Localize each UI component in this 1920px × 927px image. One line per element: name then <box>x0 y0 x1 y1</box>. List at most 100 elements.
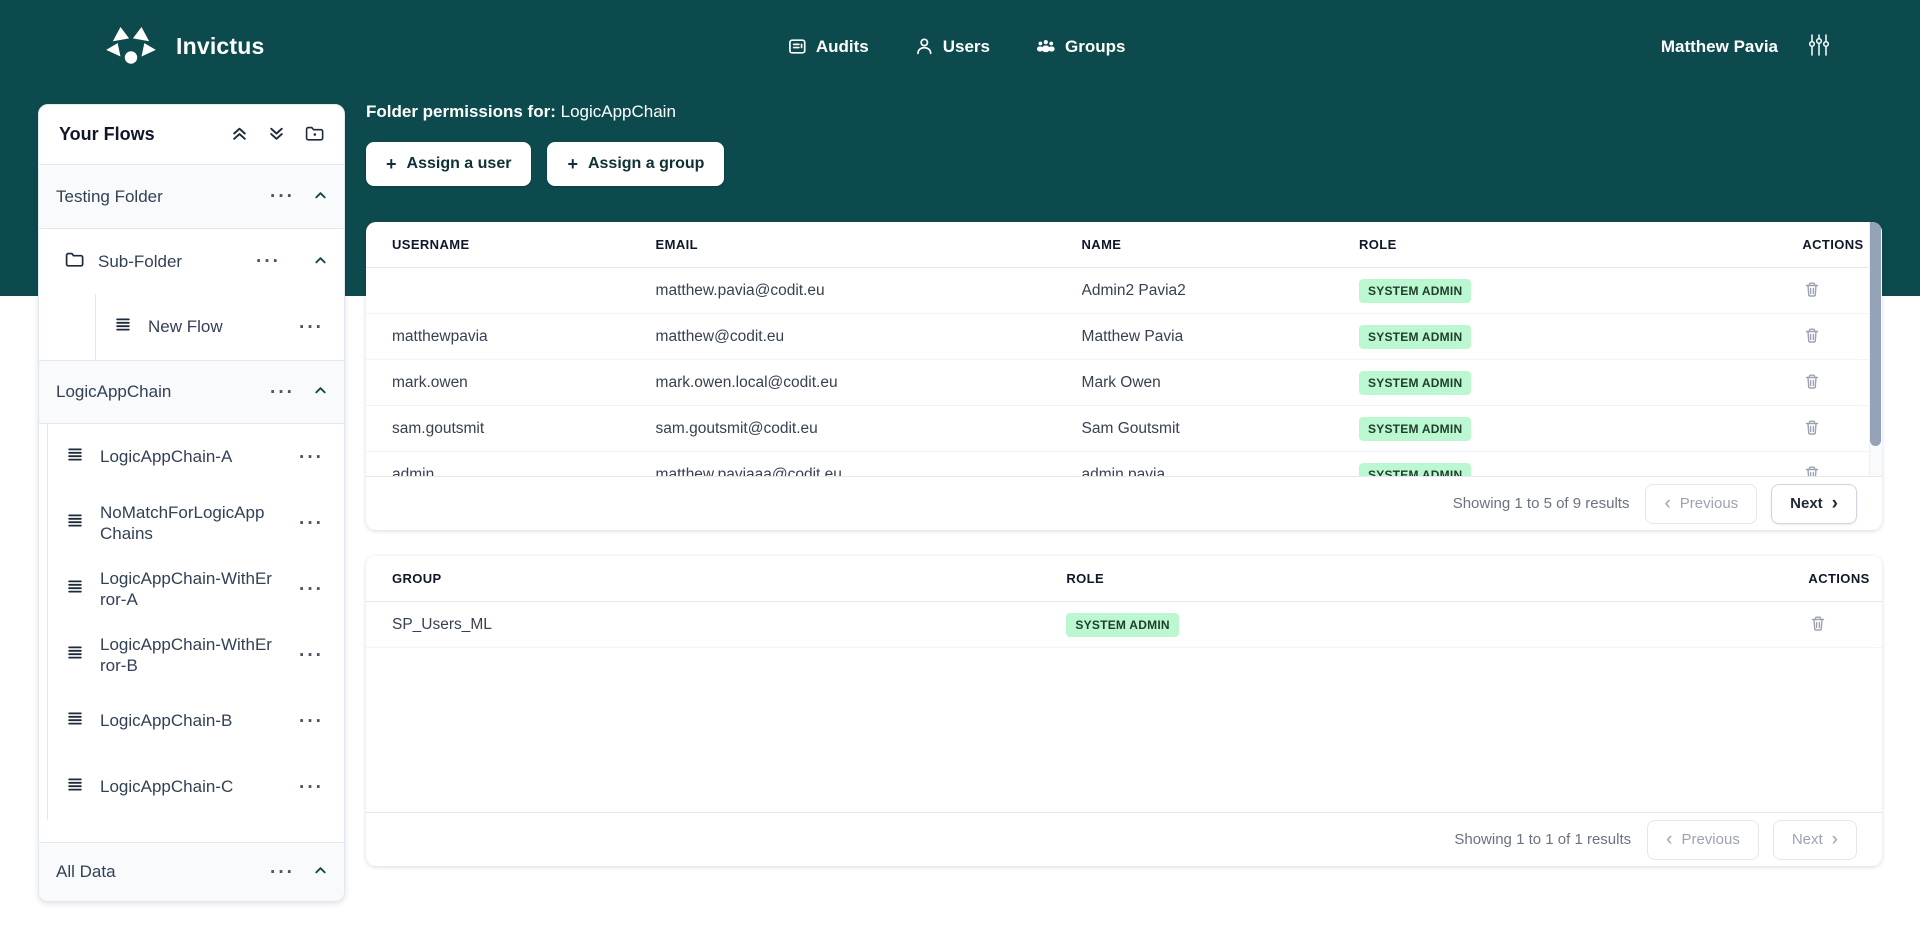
chevron-up-icon <box>313 863 328 881</box>
more-options-button[interactable]: ··· <box>295 446 328 469</box>
trash-icon <box>1804 373 1820 393</box>
sidebar-item-flow[interactable]: LogicAppChain-WithError-B ··· <box>48 622 344 688</box>
sidebar-item-sub-folder[interactable]: Sub-Folder ··· <box>39 229 344 294</box>
collapse-section-button[interactable] <box>313 383 328 401</box>
preferences-button[interactable] <box>1808 33 1830 60</box>
delete-permission-button[interactable] <box>1802 279 1822 303</box>
sidebar-section-testing-folder[interactable]: Testing Folder ··· <box>39 165 344 229</box>
cell-name: Mark Owen <box>1082 374 1359 392</box>
nav-item-users[interactable]: Users <box>915 37 990 57</box>
plus-icon: + <box>567 154 578 175</box>
more-options-button[interactable]: ··· <box>295 710 328 733</box>
cell-name: admin pavia <box>1082 466 1359 477</box>
more-options-button[interactable]: ··· <box>295 644 328 667</box>
groups-icon <box>1036 37 1056 56</box>
sliders-icon <box>1808 33 1830 60</box>
cell-actions <box>1774 371 1882 395</box>
delete-permission-button[interactable] <box>1802 417 1822 441</box>
more-options-button[interactable]: ··· <box>266 185 299 208</box>
users-table-scrollbar[interactable] <box>1869 222 1882 476</box>
table-row: matthew.pavia@codit.eu Admin2 Pavia2 SYS… <box>366 268 1882 314</box>
item-label: LogicAppChain-WithError-A <box>100 568 276 611</box>
new-folder-button[interactable] <box>305 125 324 145</box>
collapse-section-button[interactable] <box>313 863 328 881</box>
nav-label-users: Users <box>943 37 990 57</box>
previous-page-button[interactable]: ‹ Previous <box>1645 484 1757 524</box>
folder-plus-icon <box>305 125 324 145</box>
collapse-all-button[interactable] <box>231 125 248 145</box>
more-options-button[interactable]: ··· <box>252 250 285 273</box>
collapse-section-button[interactable] <box>313 253 328 271</box>
flows-sidebar: Your Flows <box>38 104 345 902</box>
sidebar-item-flow[interactable]: NoMatchForLogicAppChains ··· <box>48 490 344 556</box>
users-icon <box>915 37 934 56</box>
cell-role: SYSTEM ADMIN <box>1359 325 1774 349</box>
assign-group-button[interactable]: + Assign a group <box>547 142 724 186</box>
sidebar-item-flow[interactable]: LogicAppChain-B ··· <box>48 688 344 754</box>
sidebar-section-all-data[interactable]: All Data ··· <box>39 842 344 901</box>
logicappchain-flows: LogicAppChain-A ··· NoMatchForLogicAppCh… <box>47 424 344 820</box>
sidebar-title: Your Flows <box>59 124 155 145</box>
sidebar-section-logicappchain[interactable]: LogicAppChain ··· <box>39 360 344 424</box>
trash-icon <box>1804 281 1820 301</box>
more-options-button[interactable]: ··· <box>295 578 328 601</box>
more-options-button[interactable]: ··· <box>266 381 299 404</box>
user-name[interactable]: Matthew Pavia <box>1661 37 1778 57</box>
previous-page-button[interactable]: ‹ Previous <box>1647 820 1759 860</box>
cell-email: matthew.pavia@codit.eu <box>656 282 1082 300</box>
trash-icon <box>1810 615 1826 635</box>
next-label: Next <box>1790 495 1823 512</box>
column-header-actions: ACTIONS <box>1780 571 1882 586</box>
next-page-button[interactable]: Next › <box>1773 820 1857 860</box>
section-label: Testing Folder <box>56 187 163 207</box>
cell-username: sam.goutsmit <box>366 420 656 438</box>
delete-permission-button[interactable] <box>1808 613 1828 637</box>
next-page-button[interactable]: Next › <box>1771 484 1857 524</box>
chevron-left-icon: ‹ <box>1666 830 1672 849</box>
chevron-up-icon <box>313 383 328 401</box>
trash-icon <box>1804 465 1820 477</box>
column-header-email: EMAIL <box>656 237 1082 252</box>
more-options-button[interactable]: ··· <box>266 861 299 884</box>
sidebar-item-new-flow[interactable]: New Flow ··· <box>96 294 344 360</box>
flow-stack-icon <box>66 446 84 468</box>
nav-item-groups[interactable]: Groups <box>1036 37 1125 57</box>
groups-pagination: Showing 1 to 1 of 1 results ‹ Previous N… <box>366 812 1882 866</box>
sidebar-item-flow[interactable]: LogicAppChain-C ··· <box>48 754 344 820</box>
cell-role: SYSTEM ADMIN <box>1359 463 1774 477</box>
chevron-up-icon <box>313 253 328 271</box>
flow-stack-icon <box>66 644 84 666</box>
trash-icon <box>1804 327 1820 347</box>
delete-permission-button[interactable] <box>1802 463 1822 477</box>
brand[interactable]: Invictus <box>104 0 265 93</box>
more-options-button[interactable]: ··· <box>295 776 328 799</box>
section-label: LogicAppChain <box>56 382 171 402</box>
delete-permission-button[interactable] <box>1802 371 1822 395</box>
expand-all-button[interactable] <box>268 125 285 145</box>
collapse-section-button[interactable] <box>313 188 328 206</box>
item-label: Sub-Folder <box>98 252 182 272</box>
page-title: Folder permissions for: LogicAppChain <box>366 102 1882 122</box>
delete-permission-button[interactable] <box>1802 325 1822 349</box>
cell-actions <box>1774 417 1882 441</box>
cell-username: admin <box>366 466 656 477</box>
users-table-scroll-area: USERNAME EMAIL NAME ROLE ACTIONS matthew… <box>366 222 1882 476</box>
users-pagination: Showing 1 to 5 of 9 results ‹ Previous N… <box>366 476 1882 530</box>
top-bar: Invictus Audits Users <box>0 0 1920 93</box>
sidebar-tools <box>231 125 324 145</box>
column-header-group: GROUP <box>366 571 1066 586</box>
nav-item-audits[interactable]: Audits <box>788 37 869 57</box>
cell-group: SP_Users_ML <box>366 616 1066 634</box>
previous-label: Previous <box>1680 495 1738 512</box>
item-label: LogicAppChain-C <box>100 776 233 797</box>
sidebar-item-flow[interactable]: LogicAppChain-WithError-A ··· <box>48 556 344 622</box>
sidebar-item-flow[interactable]: LogicAppChain-A ··· <box>48 424 344 490</box>
scrollbar-thumb[interactable] <box>1870 222 1881 446</box>
flow-stack-icon <box>66 512 84 534</box>
assign-user-button[interactable]: + Assign a user <box>366 142 531 186</box>
more-options-button[interactable]: ··· <box>295 512 328 535</box>
item-label: New Flow <box>148 316 223 337</box>
table-row: admin matthew.paviaaa@codit.eu admin pav… <box>366 452 1882 476</box>
more-options-button[interactable]: ··· <box>295 316 328 339</box>
cell-name: Admin2 Pavia2 <box>1082 282 1359 300</box>
